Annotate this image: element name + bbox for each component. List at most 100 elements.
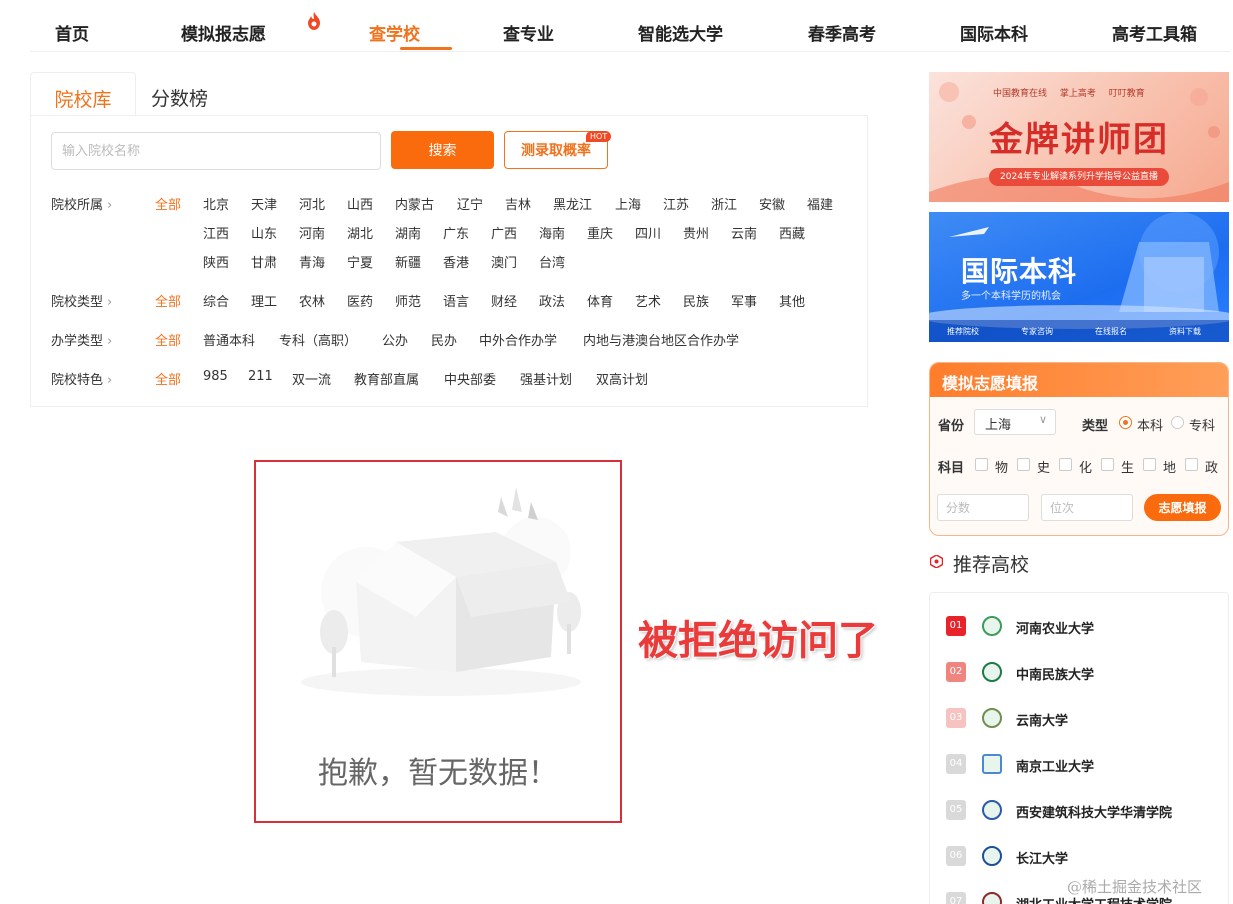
school-search-input[interactable] (51, 132, 381, 170)
filter-all-type[interactable]: 全部 (155, 291, 181, 310)
filter-option[interactable]: 其他 (779, 291, 805, 310)
filter-option[interactable]: 综合 (203, 291, 229, 310)
filter-option[interactable]: 军事 (731, 291, 757, 310)
filter-label-feature[interactable]: 院校特色 › (51, 369, 112, 388)
banner-link-recommend[interactable]: 推荐院校 (947, 326, 979, 337)
nav-item-majors[interactable]: 查专业 (503, 20, 554, 45)
intl-undergrad-banner[interactable]: 国际本科 多一个本科学历的机会 推荐院校 专家咨询 在线报名 资料下载 (929, 212, 1229, 342)
filter-option[interactable]: 青海 (299, 252, 325, 271)
filter-option[interactable]: 四川 (635, 223, 661, 242)
list-item[interactable]: 05 西安建筑科技大学华清学院 (946, 798, 1226, 822)
filter-option[interactable]: 安徽 (759, 194, 785, 213)
filter-option[interactable]: 普通本科 (203, 330, 255, 349)
nav-item-spring-exam[interactable]: 春季高考 (808, 20, 876, 45)
subject-checkbox[interactable] (1059, 458, 1072, 471)
filter-option[interactable]: 香港 (443, 252, 469, 271)
banner-link-consult[interactable]: 专家咨询 (1021, 326, 1053, 337)
nav-item-intl[interactable]: 国际本科 (960, 20, 1028, 45)
filter-option[interactable]: 江西 (203, 223, 229, 242)
filter-option[interactable]: 海南 (539, 223, 565, 242)
type-radio-junior[interactable] (1171, 416, 1184, 429)
filter-option[interactable]: 985 (203, 369, 228, 384)
rank-input[interactable] (1041, 494, 1133, 521)
filter-option[interactable]: 师范 (395, 291, 421, 310)
filter-option[interactable]: 云南 (731, 223, 757, 242)
filter-option[interactable]: 台湾 (539, 252, 565, 271)
tab-school-library[interactable]: 院校库 (30, 72, 136, 116)
filter-option[interactable]: 教育部直属 (354, 369, 419, 388)
filter-option[interactable]: 体育 (587, 291, 613, 310)
filter-option[interactable]: 上海 (615, 194, 641, 213)
filter-option[interactable]: 湖北 (347, 223, 373, 242)
filter-option[interactable]: 财经 (491, 291, 517, 310)
filter-option[interactable]: 陕西 (203, 252, 229, 271)
subject-checkbox[interactable] (1143, 458, 1156, 471)
filter-option[interactable]: 中外合作办学 (479, 330, 557, 349)
type-radio-undergrad[interactable] (1119, 416, 1132, 429)
filter-option[interactable]: 新疆 (395, 252, 421, 271)
filter-option[interactable]: 河北 (299, 194, 325, 213)
filter-label-type[interactable]: 院校类型 › (51, 291, 112, 310)
filter-option[interactable]: 双一流 (292, 369, 331, 388)
filter-option[interactable]: 山西 (347, 194, 373, 213)
filter-option[interactable]: 强基计划 (520, 369, 572, 388)
filter-label-location[interactable]: 院校所属 › (51, 194, 112, 213)
filter-option[interactable]: 理工 (251, 291, 277, 310)
nav-item-toolbox[interactable]: 高考工具箱 (1112, 20, 1197, 45)
list-item[interactable]: 03 云南大学 (946, 706, 1226, 730)
subject-checkbox[interactable] (975, 458, 988, 471)
filter-option[interactable]: 专科（高职） (279, 330, 357, 349)
filter-option[interactable]: 医药 (347, 291, 373, 310)
filter-option[interactable]: 山东 (251, 223, 277, 242)
subject-checkbox[interactable] (1017, 458, 1030, 471)
filter-option[interactable]: 艺术 (635, 291, 661, 310)
filter-label-run-type[interactable]: 办学类型 › (51, 330, 112, 349)
filter-option[interactable]: 公办 (382, 330, 408, 349)
search-button[interactable]: 搜索 (391, 131, 494, 169)
filter-option[interactable]: 民族 (683, 291, 709, 310)
lecturer-banner[interactable]: 中国教育在线 掌上高考 叮叮教育 金牌讲师团 2024年专业解读系列升学指导公益… (929, 72, 1229, 202)
filter-all-location[interactable]: 全部 (155, 194, 181, 213)
filter-option[interactable]: 福建 (807, 194, 833, 213)
filter-option[interactable]: 吉林 (505, 194, 531, 213)
filter-option[interactable]: 贵州 (683, 223, 709, 242)
filter-option[interactable]: 辽宁 (457, 194, 483, 213)
filter-option[interactable]: 湖南 (395, 223, 421, 242)
filter-option[interactable]: 浙江 (711, 194, 737, 213)
filter-option[interactable]: 政法 (539, 291, 565, 310)
filter-option[interactable]: 北京 (203, 194, 229, 213)
list-item[interactable]: 02 中南民族大学 (946, 660, 1226, 684)
filter-option[interactable]: 西藏 (779, 223, 805, 242)
filter-all-feature[interactable]: 全部 (155, 369, 181, 388)
nav-item-home[interactable]: 首页 (55, 20, 89, 45)
filter-option[interactable]: 中央部委 (444, 369, 496, 388)
filter-option[interactable]: 内地与港澳台地区合作办学 (583, 330, 739, 349)
filter-option[interactable]: 江苏 (663, 194, 689, 213)
filter-option[interactable]: 农林 (299, 291, 325, 310)
nav-item-schools[interactable]: 查学校 (369, 20, 420, 45)
list-item[interactable]: 06 长江大学 (946, 844, 1226, 868)
filter-option[interactable]: 双高计划 (596, 369, 648, 388)
filter-option[interactable]: 黑龙江 (553, 194, 592, 213)
filter-option[interactable]: 重庆 (587, 223, 613, 242)
subject-checkbox[interactable] (1185, 458, 1198, 471)
filter-option[interactable]: 广西 (491, 223, 517, 242)
filter-option[interactable]: 内蒙古 (395, 194, 434, 213)
province-select[interactable]: 上海 ∨ (974, 409, 1056, 435)
list-item[interactable]: 01 河南农业大学 (946, 614, 1226, 638)
filter-option[interactable]: 澳门 (491, 252, 517, 271)
banner-link-signup[interactable]: 在线报名 (1095, 326, 1127, 337)
fill-application-button[interactable]: 志愿填报 (1144, 494, 1221, 521)
subject-checkbox[interactable] (1101, 458, 1114, 471)
nav-item-simulate[interactable]: 模拟报志愿 (181, 20, 266, 45)
filter-option[interactable]: 211 (248, 369, 273, 384)
filter-option[interactable]: 广东 (443, 223, 469, 242)
filter-option[interactable]: 语言 (443, 291, 469, 310)
filter-option[interactable]: 甘肃 (251, 252, 277, 271)
list-item[interactable]: 04 南京工业大学 (946, 752, 1226, 776)
filter-all-run-type[interactable]: 全部 (155, 330, 181, 349)
banner-link-download[interactable]: 资料下载 (1169, 326, 1201, 337)
tab-score-ranking[interactable]: 分数榜 (151, 72, 208, 116)
filter-option[interactable]: 民办 (431, 330, 457, 349)
filter-option[interactable]: 河南 (299, 223, 325, 242)
